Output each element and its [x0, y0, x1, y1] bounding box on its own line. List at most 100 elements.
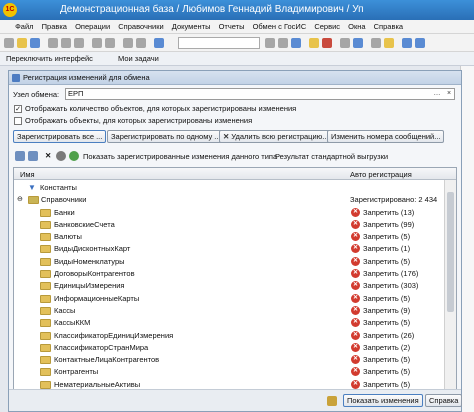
col-name-header[interactable]: Имя: [20, 170, 35, 179]
cut-icon[interactable]: [48, 38, 58, 48]
print-icon[interactable]: [371, 38, 381, 48]
menu-help[interactable]: Справка: [371, 20, 406, 33]
table-row[interactable]: ⊖ Справочники Зарегистрировано: 2 434: [14, 194, 444, 206]
row-reg[interactable]: Запретить (176): [363, 269, 418, 278]
row-reg[interactable]: Запретить (9): [363, 306, 410, 315]
forward-icon[interactable]: [136, 38, 146, 48]
register-all-button[interactable]: Зарегистрировать все ...: [13, 130, 107, 143]
row-reg[interactable]: Запретить (5): [363, 355, 410, 364]
clear-x-icon[interactable]: ×: [444, 89, 454, 99]
table-row[interactable]: Кассы ✕ Запретить (9): [14, 305, 444, 317]
refresh-icon[interactable]: [56, 151, 66, 161]
deny-icon: ✕: [351, 318, 360, 328]
row-reg[interactable]: Запретить (5): [363, 294, 410, 303]
scrollbar-thumb[interactable]: [447, 192, 454, 312]
row-reg[interactable]: Запретить (5): [363, 232, 410, 241]
table-row[interactable]: ▼ Константы: [14, 182, 444, 194]
deny-icon: ✕: [351, 379, 360, 389]
table-row[interactable]: ВидыНоменклатуры ✕ Запретить (5): [14, 256, 444, 268]
back-icon[interactable]: [123, 38, 133, 48]
table-row[interactable]: ЕдиницыИзмерения ✕ Запретить (303): [14, 280, 444, 292]
table-icon[interactable]: [291, 38, 301, 48]
row-name: КлассификаторСтранМира: [54, 342, 149, 352]
table-row[interactable]: КлассификаторЕдиницИзмерения ✕ Запретить…: [14, 330, 444, 342]
row-reg[interactable]: Запретить (13): [363, 208, 414, 217]
help-button[interactable]: Справка: [425, 394, 463, 407]
info-icon[interactable]: [415, 38, 425, 48]
upload-result-link[interactable]: Результат стандартной выгрузки: [275, 152, 388, 161]
text-icon[interactable]: [340, 38, 350, 48]
row-reg[interactable]: Запретить (99): [363, 220, 414, 229]
table-row[interactable]: КонтактныеЛицаКонтрагентов ✕ Запретить (…: [14, 354, 444, 366]
screen-icon[interactable]: [353, 38, 363, 48]
row-reg[interactable]: Запретить (26): [363, 331, 414, 340]
favorite-icon[interactable]: [384, 38, 394, 48]
red-icon[interactable]: [322, 38, 332, 48]
dialog-icon: [12, 74, 20, 82]
table-row[interactable]: Банки ✕ Запретить (13): [14, 207, 444, 219]
table-row[interactable]: КлассификаторСтранМира ✕ Запретить (2): [14, 342, 444, 354]
delete-all-button[interactable]: ✕ Удалить всю регистрацию...: [219, 130, 333, 143]
menu-windows[interactable]: Окна: [345, 20, 368, 33]
menu-service[interactable]: Сервис: [311, 20, 343, 33]
menu-edit[interactable]: Правка: [39, 20, 70, 33]
table-row[interactable]: Контрагенты ✕ Запретить (5): [14, 366, 444, 378]
document-icon[interactable]: [309, 38, 319, 48]
row-reg[interactable]: Запретить (5): [363, 257, 410, 266]
menu-operations[interactable]: Операции: [72, 20, 113, 33]
row-reg[interactable]: Запретить (5): [363, 367, 410, 376]
save-icon[interactable]: [30, 38, 40, 48]
folder-icon: [40, 245, 51, 254]
table-row[interactable]: БанковскиеСчета ✕ Запретить (99): [14, 219, 444, 231]
show-counts-checkbox[interactable]: ✓: [14, 105, 22, 113]
tree-collapse-icon[interactable]: [28, 151, 38, 161]
register-one-button[interactable]: Зарегистрировать по одному ...: [107, 130, 225, 143]
table-row[interactable]: Валюты ✕ Запретить (5): [14, 231, 444, 243]
show-objects-checkbox[interactable]: [14, 117, 22, 125]
change-number-button[interactable]: Изменить номера сообщений...: [327, 130, 445, 143]
row-reg[interactable]: Запретить (5): [363, 380, 410, 389]
table-row[interactable]: ВидыДисконтныхКарт ✕ Запретить (1): [14, 243, 444, 255]
node-field[interactable]: ЕРП … ×: [65, 88, 455, 100]
find-icon[interactable]: [154, 38, 164, 48]
tree-expand-icon[interactable]: [15, 151, 25, 161]
collapse-toggle-icon[interactable]: ⊖: [17, 195, 23, 203]
redo-icon[interactable]: [105, 38, 115, 48]
menu-catalogs[interactable]: Справочники: [115, 20, 166, 33]
add-green-icon[interactable]: [69, 151, 79, 161]
toolbar-search-input[interactable]: [178, 37, 260, 49]
paste-icon[interactable]: [74, 38, 84, 48]
table-row[interactable]: КассыККМ ✕ Запретить (5): [14, 317, 444, 329]
table-row[interactable]: ДоговорыКонтрагентов ✕ Запретить (176): [14, 268, 444, 280]
row-name: КассыККМ: [54, 318, 91, 328]
table-scrollbar[interactable]: [444, 180, 456, 396]
select-dots-icon[interactable]: …: [432, 89, 442, 99]
window-title: Демонстрационная база / Любимов Геннадий…: [60, 4, 364, 15]
open-folder-icon[interactable]: [17, 38, 27, 48]
row-reg[interactable]: Запретить (1): [363, 244, 410, 253]
row-reg[interactable]: Запретить (303): [363, 281, 418, 290]
row-reg[interactable]: Запретить (5): [363, 318, 410, 327]
calculator-icon[interactable]: [278, 38, 288, 48]
menu-gosis[interactable]: Обмен с ГосИС: [250, 20, 310, 33]
show-changes-button[interactable]: Показать изменения: [343, 394, 423, 407]
delete-mark-icon[interactable]: ✕: [45, 151, 51, 160]
change-number-label: Изменить номера сообщений...: [331, 132, 441, 141]
copy-icon[interactable]: [61, 38, 71, 48]
options-icon[interactable]: [327, 396, 337, 406]
help-icon[interactable]: [402, 38, 412, 48]
switch-interface-link[interactable]: Переключить интерфейс: [6, 54, 93, 63]
menu-reports[interactable]: Отчеты: [216, 20, 248, 33]
calendar-icon[interactable]: [265, 38, 275, 48]
row-reg[interactable]: Запретить (2): [363, 343, 410, 352]
menu-file[interactable]: Файл: [12, 20, 36, 33]
menu-documents[interactable]: Документы: [169, 20, 214, 33]
col-reg-header[interactable]: Авто регистрация: [350, 170, 412, 179]
table-row[interactable]: ИнформационныеКарты ✕ Запретить (5): [14, 293, 444, 305]
new-doc-icon[interactable]: [4, 38, 14, 48]
row-name: ВидыДисконтныхКарт: [54, 244, 131, 254]
show-changes-link[interactable]: Показать зарегистрированные изменения да…: [83, 152, 277, 161]
delete-x-icon: ✕: [223, 132, 230, 141]
my-tasks-link[interactable]: Мои задачи: [118, 54, 159, 63]
undo-icon[interactable]: [92, 38, 102, 48]
